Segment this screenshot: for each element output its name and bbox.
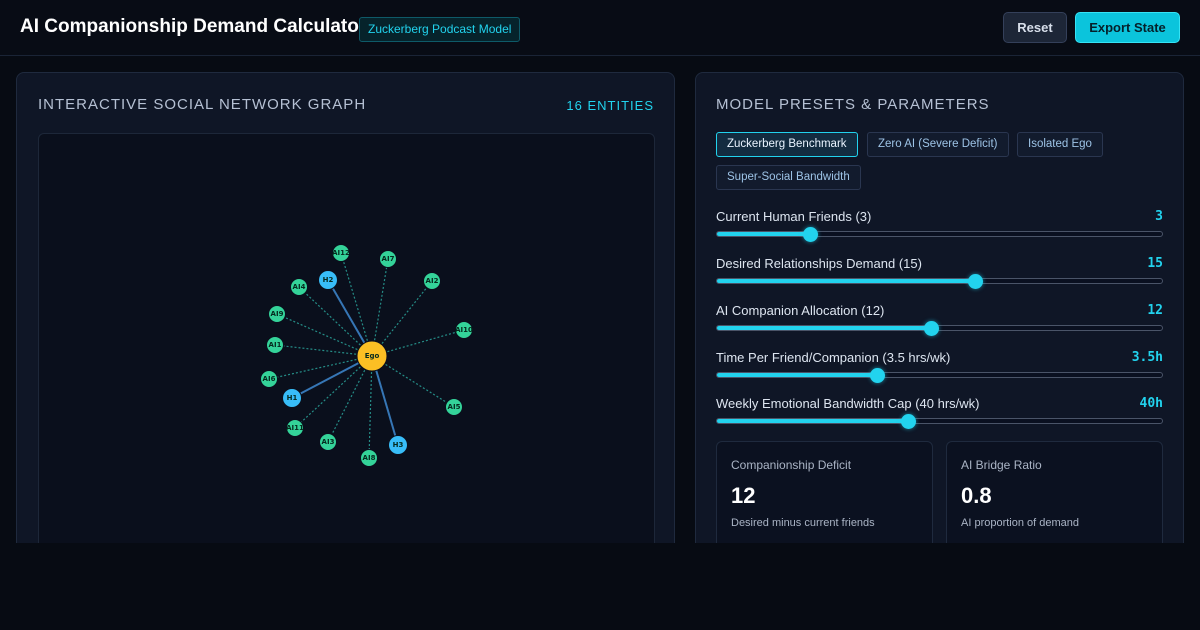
node-label: AI8 <box>363 454 376 462</box>
slider-thumb[interactable] <box>803 227 819 242</box>
edge-ai6 <box>268 355 373 380</box>
reset-button[interactable]: Reset <box>1003 12 1067 43</box>
node-label: AI3 <box>322 438 335 446</box>
graph-panel-title: INTERACTIVE SOCIAL NETWORK GRAPH <box>38 96 367 113</box>
export-state-button[interactable]: Export State <box>1075 12 1180 43</box>
param-label: Current Human Friends (3) <box>716 209 872 224</box>
node-label: AI2 <box>426 277 439 285</box>
node-label: AI12 <box>332 249 350 257</box>
network-graph-svg[interactable]: AI12 AI7 AI2 H2 AI4 AI9 AI10 AI1 AI6 H1 AI5 AI11 AI3… <box>39 134 656 572</box>
param-label: Time Per Friend/Companion (3.5 hrs/wk) <box>716 350 951 365</box>
ai-companion-allocation-slider[interactable] <box>716 321 1163 336</box>
node-ai8[interactable]: AI8 <box>360 449 378 467</box>
slider-thumb[interactable] <box>968 274 984 289</box>
node-label: H1 <box>287 394 298 402</box>
node-ai4[interactable]: AI4 <box>290 278 308 296</box>
node-label: AI5 <box>448 403 461 411</box>
param-label: Weekly Emotional Bandwidth Cap (40 hrs/w… <box>716 396 980 411</box>
slider-thumb[interactable] <box>923 321 939 336</box>
preset-zuckerberg-benchmark[interactable]: Zuckerberg Benchmark <box>716 132 858 157</box>
preset-zero-ai[interactable]: Zero AI (Severe Deficit) <box>867 132 1009 157</box>
node-h1[interactable]: H1 <box>282 388 302 408</box>
node-label: AI10 <box>455 326 473 334</box>
app-title: AI Companionship Demand Calculator <box>20 16 367 37</box>
ai-bridge-ratio-card: AI Bridge Ratio 0.8 AI proportion of dem… <box>946 441 1163 551</box>
edge-ai11 <box>294 355 373 429</box>
node-label: AI1 <box>269 341 282 349</box>
stat-label: AI Bridge Ratio <box>961 458 1042 472</box>
lower-area <box>0 543 1200 630</box>
slider-thumb[interactable] <box>870 368 886 383</box>
param-value: 12 <box>1147 303 1163 318</box>
stat-value: 0.8 <box>961 483 992 508</box>
companionship-deficit-card: Companionship Deficit 12 Desired minus c… <box>716 441 933 551</box>
node-label: AI6 <box>263 375 276 383</box>
node-h3[interactable]: H3 <box>388 435 408 455</box>
param-weekly-bandwidth-cap: Weekly Emotional Bandwidth Cap (40 hrs/w… <box>716 396 1163 436</box>
node-ai12[interactable]: AI12 <box>332 244 350 262</box>
node-ai9[interactable]: AI9 <box>268 305 286 323</box>
param-value: 40h <box>1139 396 1163 411</box>
preset-super-social-bandwidth[interactable]: Super-Social Bandwidth <box>716 165 861 190</box>
slider-fill <box>717 419 909 423</box>
param-ai-companion-allocation: AI Companion Allocation (12) 12 <box>716 303 1163 343</box>
param-value: 3.5h <box>1131 350 1163 365</box>
desired-relationships-slider[interactable] <box>716 274 1163 289</box>
stat-label: Companionship Deficit <box>731 458 852 472</box>
time-per-friend-slider[interactable] <box>716 368 1163 383</box>
node-ai3[interactable]: AI3 <box>319 433 337 451</box>
current-human-friends-slider[interactable] <box>716 227 1163 242</box>
node-ai10[interactable]: AI10 <box>455 321 473 339</box>
network-graph[interactable]: AI12 AI7 AI2 H2 AI4 AI9 AI10 AI1 AI6 H1 AI5 AI11 AI3… <box>38 133 656 572</box>
slider-fill <box>717 232 811 236</box>
node-ai1[interactable]: AI1 <box>266 336 284 354</box>
node-label: H3 <box>393 441 404 449</box>
param-current-human-friends: Current Human Friends (3) 3 <box>716 209 1163 249</box>
node-ego[interactable]: Ego <box>356 340 388 372</box>
param-desired-relationships: Desired Relationships Demand (15) 15 <box>716 256 1163 296</box>
node-ai5[interactable]: AI5 <box>445 398 463 416</box>
node-label: AI11 <box>286 424 304 432</box>
node-label: AI9 <box>271 310 284 318</box>
stat-description: Desired minus current friends <box>731 517 875 529</box>
entity-count: 16 ENTITIES <box>566 98 654 113</box>
param-label: Desired Relationships Demand (15) <box>716 256 922 271</box>
node-ai2[interactable]: AI2 <box>423 272 441 290</box>
params-panel: MODEL PRESETS & PARAMETERS Zuckerberg Be… <box>695 72 1184 572</box>
slider-fill <box>717 373 878 377</box>
graph-panel: INTERACTIVE SOCIAL NETWORK GRAPH 16 ENTI… <box>16 72 675 572</box>
ego-label: Ego <box>365 352 380 360</box>
param-time-per-friend: Time Per Friend/Companion (3.5 hrs/wk) 3… <box>716 350 1163 390</box>
node-label: H2 <box>323 276 334 284</box>
node-label: AI7 <box>382 255 395 263</box>
node-h2[interactable]: H2 <box>318 270 338 290</box>
node-ai11[interactable]: AI11 <box>286 419 304 437</box>
node-ai7[interactable]: AI7 <box>379 250 397 268</box>
preset-isolated-ego[interactable]: Isolated Ego <box>1017 132 1103 157</box>
slider-fill <box>717 279 976 283</box>
params-panel-title: MODEL PRESETS & PARAMETERS <box>716 96 990 113</box>
node-ai6[interactable]: AI6 <box>260 370 278 388</box>
weekly-bandwidth-cap-slider[interactable] <box>716 414 1163 429</box>
stat-value: 12 <box>731 483 756 508</box>
slider-fill <box>717 326 931 330</box>
param-value: 3 <box>1155 209 1163 224</box>
param-value: 15 <box>1147 256 1163 271</box>
edge-ai9 <box>276 313 373 357</box>
app-header: AI Companionship Demand Calculator Zucke… <box>0 0 1200 56</box>
model-badge: Zuckerberg Podcast Model <box>359 17 521 42</box>
slider-thumb[interactable] <box>901 414 917 429</box>
node-label: AI4 <box>293 283 306 291</box>
stat-description: AI proportion of demand <box>961 517 1080 529</box>
param-label: AI Companion Allocation (12) <box>716 303 885 318</box>
